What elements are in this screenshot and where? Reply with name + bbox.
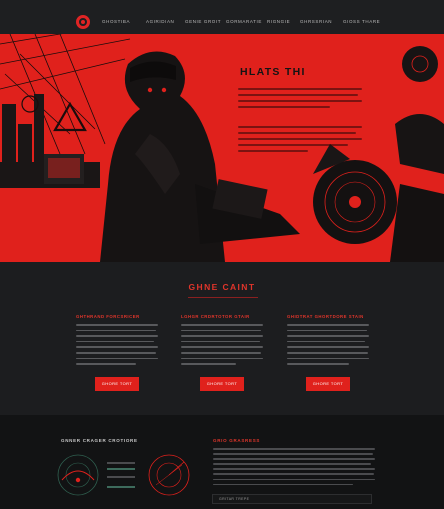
legend-line (107, 468, 135, 470)
nav-item-4[interactable]: GORMARATIE (226, 19, 262, 24)
hooded-figure-art (100, 51, 300, 262)
feature-2-button[interactable]: GHORE TORT (200, 377, 244, 391)
nav-item-3[interactable]: GENIE GROIT (185, 19, 221, 24)
legend-line (107, 486, 135, 488)
footer-input-label: GRITAR TREPE (219, 497, 250, 501)
title-divider (188, 297, 258, 298)
feature-column-2: LGHGR CRDRTOTOR GTAIR (181, 314, 263, 369)
hero-paragraph-2 (238, 126, 362, 156)
feature-column-1: GHTHRAND FORCSRICER (76, 314, 158, 369)
legend-line (107, 462, 135, 464)
footer-paragraph (213, 448, 375, 489)
footer-right-heading: GRIO GRASRESS (213, 438, 261, 443)
radar-gauges-art (57, 454, 190, 496)
nav-item-1[interactable]: GHOSTIBA (102, 19, 130, 24)
feature-heading: LGHGR CRDRTOTOR GTAIR (181, 314, 250, 319)
feature-heading: GHTHRAND FORCSRICER (76, 314, 140, 319)
features-title: GHNE CAINT (188, 282, 256, 292)
hero-illustration (0, 34, 444, 262)
footer-input[interactable]: GRITAR TREPE (212, 494, 372, 504)
hero-paragraph-1 (238, 88, 362, 112)
feature-1-button[interactable]: GHORE TORT (95, 377, 139, 391)
target-logo-icon[interactable] (76, 15, 90, 29)
hero-banner: HLATS THI (0, 34, 444, 262)
feature-heading: GHIDTRAT GHORTDORE STAIN (287, 314, 364, 319)
feature-3-button[interactable]: GHORE TORT (306, 377, 350, 391)
nav-item-2[interactable]: AGIRIDIAN (146, 19, 174, 24)
hero-title: HLATS THI (240, 66, 306, 78)
footer-left-heading: GNNER CRAGER CROTIORE (61, 438, 138, 443)
nav-item-5[interactable]: RIGNGIE (267, 19, 290, 24)
feature-column-3: GHIDTRAT GHORTDORE STAIN (287, 314, 369, 369)
nav-item-6[interactable]: GHRSSRIAN (300, 19, 332, 24)
legend-line (107, 476, 135, 478)
landing-page: GHOSTIBA AGIRIDIAN GENIE GROIT GORMARATI… (0, 0, 444, 509)
nav-item-7[interactable]: GIOSS THARE (343, 19, 380, 24)
left-tower-art (0, 94, 100, 188)
